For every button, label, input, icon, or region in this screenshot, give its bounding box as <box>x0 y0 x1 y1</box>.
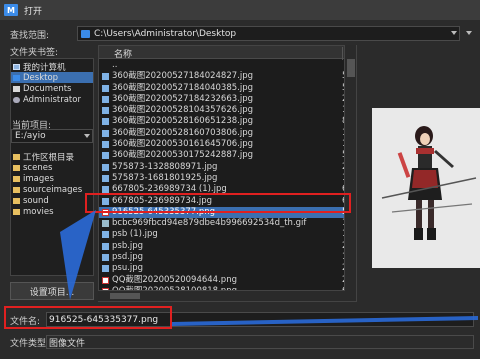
annotation-arrow-up <box>60 210 96 300</box>
annotation-arrow-right <box>172 316 478 326</box>
annotation-arrows <box>60 210 478 326</box>
